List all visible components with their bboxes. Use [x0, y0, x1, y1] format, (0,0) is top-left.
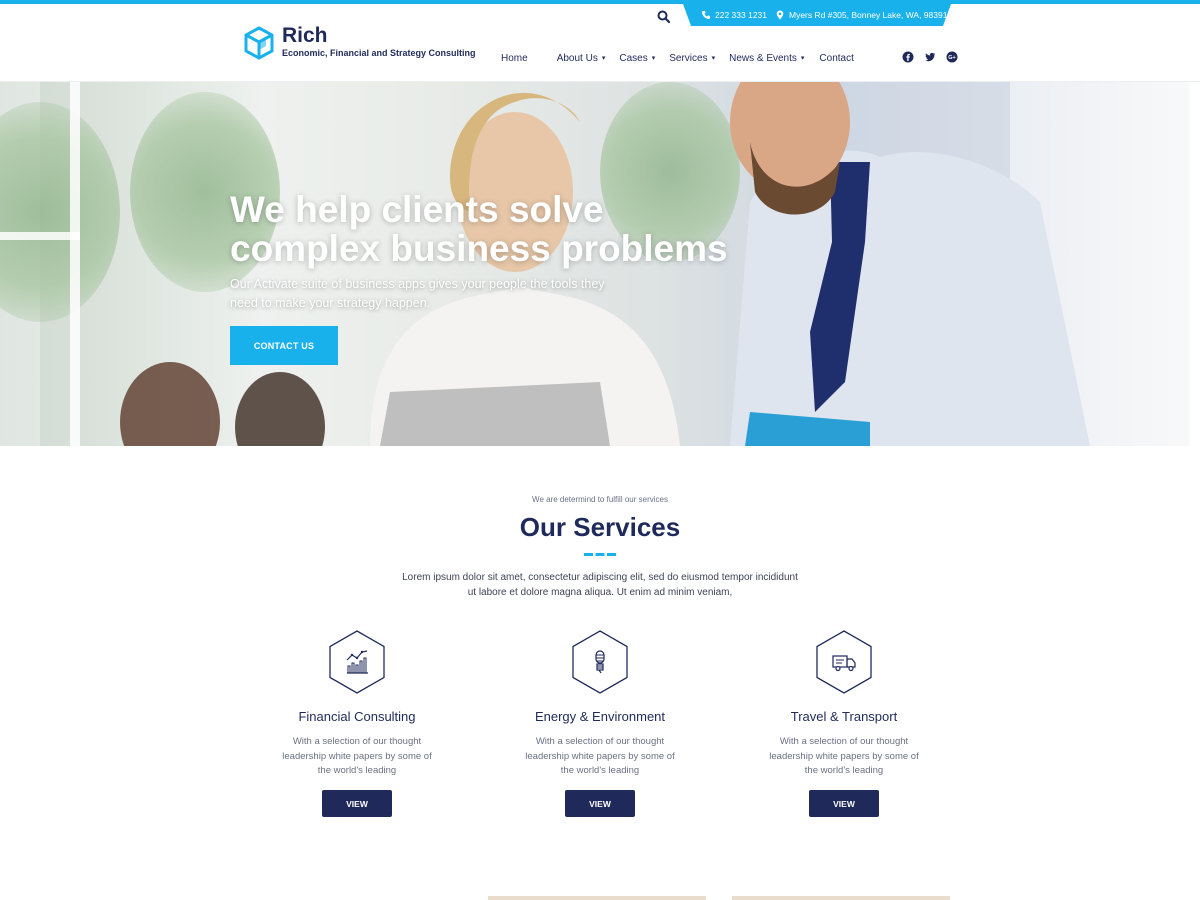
nav-label: Contact [819, 52, 854, 64]
lightbulb-icon [595, 650, 605, 674]
service-title: Travel & Transport [790, 709, 898, 724]
nav-label: Cases [619, 52, 648, 64]
phone-icon [702, 11, 710, 19]
view-button[interactable]: VIEW [809, 790, 879, 817]
foliage [0, 102, 120, 322]
title-divider [584, 553, 616, 556]
twitter-icon[interactable] [924, 51, 936, 63]
next-section-image [732, 896, 950, 900]
nav-item-news-events[interactable]: News & Events ▾ [729, 53, 804, 64]
next-section-image [488, 896, 706, 900]
hero-title-line: We help clients solve [230, 189, 604, 230]
location-pin-icon [776, 10, 784, 20]
seated-people-illustration [120, 362, 325, 446]
nav-item-contact[interactable]: Contact [819, 53, 853, 64]
service-text: With a selection of our thought leadersh… [769, 736, 919, 776]
search-icon[interactable] [655, 8, 673, 26]
nav-label: News & Events [729, 52, 797, 64]
nav-item-cases[interactable]: Cases ▾ [619, 53, 655, 64]
address-text: Myers Rd #305, Bonney Lake, WA, 98391 [789, 10, 948, 20]
window-frame [70, 82, 80, 446]
service-card: Travel & Transport With a selection of o… [754, 630, 934, 820]
nav-label: About Us [556, 52, 598, 64]
hero-title: We help clients solve complex business p… [230, 190, 790, 268]
truck-icon [832, 655, 856, 672]
chevron-down-icon: ▾ [800, 55, 805, 62]
service-title: Energy & Environment [534, 709, 666, 724]
site-header: Rich Economic, Financial and Strategy Co… [0, 4, 1200, 86]
nav-label: Services [669, 52, 708, 64]
contact-info-bar: 222 333 1231 Myers Rd #305, Bonney Lake,… [683, 4, 951, 26]
chevron-down-icon: ▾ [711, 55, 716, 62]
cube-logo-icon[interactable] [244, 26, 274, 60]
nav-item-services[interactable]: Services ▾ [669, 53, 715, 64]
service-card: Energy & Environment With a selection of… [510, 630, 690, 820]
service-card: Financial Consulting With a selection of… [267, 630, 447, 820]
chevron-down-icon: ▾ [651, 55, 656, 62]
view-button[interactable]: VIEW [322, 790, 392, 817]
nav-label: Home [501, 52, 528, 64]
services-kicker: We are determind to fulfill our services [532, 495, 668, 504]
main-nav: Home About Us ▾ Cases ▾ Services ▾ News … [501, 48, 854, 86]
google-plus-icon[interactable]: G+ [946, 51, 958, 63]
window-frame [0, 232, 80, 240]
nav-item-home[interactable]: Home [501, 52, 528, 86]
phone-number[interactable]: 222 333 1231 [715, 10, 767, 20]
brand-tagline: Economic, Financial and Strategy Consult… [282, 48, 476, 58]
view-button[interactable]: VIEW [565, 790, 635, 817]
chevron-down-icon: ▾ [601, 55, 606, 62]
chart-icon [346, 650, 368, 674]
hero-banner: We help clients solve complex business p… [0, 82, 1190, 446]
service-text: With a selection of our thought leadersh… [282, 736, 432, 776]
nav-item-about-us[interactable]: About Us ▾ [557, 53, 606, 64]
contact-us-button[interactable]: CONTACT US [230, 326, 338, 365]
hero-title-line: complex business problems [230, 228, 728, 269]
services-description: Lorem ipsum dolor sit amet, consectetur … [402, 572, 798, 598]
brand-name[interactable]: Rich [282, 24, 328, 48]
facebook-icon[interactable] [902, 51, 914, 63]
service-title: Financial Consulting [298, 709, 416, 724]
services-title: Our Services [519, 512, 681, 542]
hero-subtitle: Our Activate suite of business apps give… [230, 277, 605, 310]
svg-text:G+: G+ [948, 55, 956, 61]
service-text: With a selection of our thought leadersh… [525, 736, 675, 776]
